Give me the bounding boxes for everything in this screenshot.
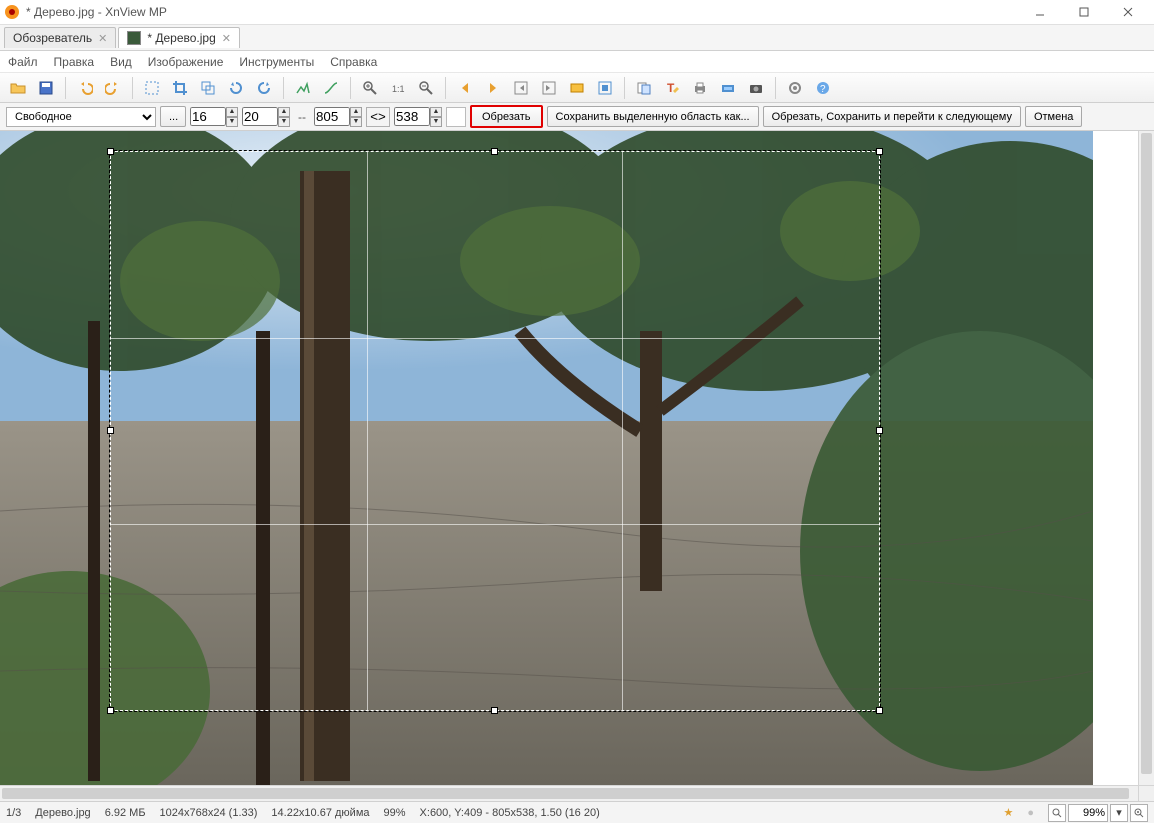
tab-thumbnail xyxy=(127,31,141,45)
svg-text:?: ? xyxy=(820,84,826,95)
tab-browser[interactable]: Обозреватель ✕ xyxy=(4,27,116,48)
first-button[interactable] xyxy=(509,76,533,100)
status-coords: X:600, Y:409 - 805x538, 1.50 (16 20) xyxy=(420,807,600,819)
tab-image[interactable]: * Дерево.jpg ✕ xyxy=(118,27,240,48)
fullscreen-button[interactable] xyxy=(593,76,617,100)
crop-mode-select[interactable]: Свободное xyxy=(6,107,156,127)
crop-y-input[interactable] xyxy=(242,107,278,126)
prev-button[interactable] xyxy=(453,76,477,100)
handle-e[interactable] xyxy=(876,427,883,434)
zoom-control: ▾ xyxy=(1048,804,1148,822)
close-icon[interactable]: ✕ xyxy=(222,32,231,45)
save-selection-button[interactable]: Сохранить выделенную область как... xyxy=(547,106,759,127)
zoom-out-small-button[interactable] xyxy=(1048,804,1066,822)
crop-button[interactable]: Обрезать xyxy=(470,105,543,128)
settings-button[interactable] xyxy=(783,76,807,100)
maximize-button[interactable] xyxy=(1062,0,1106,24)
window-title: * Дерево.jpg - XnView MP xyxy=(26,5,1018,19)
svg-text:T: T xyxy=(667,81,675,95)
crop-w-input[interactable] xyxy=(314,107,350,126)
rating-star-icon[interactable]: ★ xyxy=(1003,806,1013,819)
cancel-button[interactable]: Отмена xyxy=(1025,106,1082,127)
main-toolbar: 1:1 T ? xyxy=(0,73,1154,103)
camera-button[interactable] xyxy=(744,76,768,100)
handle-se[interactable] xyxy=(876,707,883,714)
status-physical: 14.22x10.67 дюйма xyxy=(271,807,369,819)
crop-toolbar: Свободное ... ▲▼ ▲▼ -- ▲▼ <> ▲▼ Обрезать… xyxy=(0,103,1154,131)
crop-button[interactable] xyxy=(168,76,192,100)
zoom-in-button[interactable] xyxy=(358,76,382,100)
text-tool-button[interactable]: T xyxy=(660,76,684,100)
zoom-fit-button[interactable]: 1:1 xyxy=(386,76,410,100)
resize-button[interactable] xyxy=(196,76,220,100)
menu-view[interactable]: Вид xyxy=(110,55,132,69)
slideshow-button[interactable] xyxy=(565,76,589,100)
horizontal-scrollbar[interactable] xyxy=(0,786,1138,801)
handle-s[interactable] xyxy=(491,707,498,714)
spinner-buttons[interactable]: ▲▼ xyxy=(430,107,442,127)
handle-nw[interactable] xyxy=(107,148,114,155)
next-button[interactable] xyxy=(481,76,505,100)
vertical-scrollbar[interactable] xyxy=(1138,131,1154,785)
menu-help[interactable]: Справка xyxy=(330,55,377,69)
handle-sw[interactable] xyxy=(107,707,114,714)
status-zoom-info: 99% xyxy=(384,807,406,819)
rotate-left-button[interactable] xyxy=(224,76,248,100)
menu-file[interactable]: Файл xyxy=(8,55,38,69)
grid-toggle-button[interactable] xyxy=(446,107,466,127)
crop-h-input[interactable] xyxy=(394,107,430,126)
crop-save-next-button[interactable]: Обрезать, Сохранить и перейти к следующе… xyxy=(763,106,1021,127)
rotate-right-button[interactable] xyxy=(252,76,276,100)
levels-button[interactable] xyxy=(291,76,315,100)
status-filesize: 6.92 МБ xyxy=(105,807,146,819)
help-button[interactable]: ? xyxy=(811,76,835,100)
handle-ne[interactable] xyxy=(876,148,883,155)
canvas-area xyxy=(0,131,1154,785)
scan-button[interactable] xyxy=(716,76,740,100)
tab-bar: Обозреватель ✕ * Дерево.jpg ✕ xyxy=(0,25,1154,51)
redo-button[interactable] xyxy=(101,76,125,100)
tab-label: Обозреватель xyxy=(13,31,92,45)
minimize-button[interactable] xyxy=(1018,0,1062,24)
title-bar: * Дерево.jpg - XnView MP xyxy=(0,0,1154,25)
print-button[interactable] xyxy=(688,76,712,100)
dash-label: -- xyxy=(294,110,310,124)
close-button[interactable] xyxy=(1106,0,1150,24)
status-index: 1/3 xyxy=(6,807,21,819)
open-button[interactable] xyxy=(6,76,30,100)
image-stage[interactable] xyxy=(0,131,1093,785)
tab-label: * Дерево.jpg xyxy=(147,31,215,45)
crop-preset-button[interactable]: ... xyxy=(160,106,186,127)
menu-bar: Файл Правка Вид Изображение Инструменты … xyxy=(0,51,1154,73)
zoom-input[interactable] xyxy=(1068,804,1108,822)
handle-w[interactable] xyxy=(107,427,114,434)
last-button[interactable] xyxy=(537,76,561,100)
selection-button[interactable] xyxy=(140,76,164,100)
status-bar: 1/3 Дерево.jpg 6.92 МБ 1024x768x24 (1.33… xyxy=(0,801,1154,823)
convert-button[interactable] xyxy=(632,76,656,100)
save-button[interactable] xyxy=(34,76,58,100)
undo-button[interactable] xyxy=(73,76,97,100)
close-icon[interactable]: ✕ xyxy=(98,32,107,45)
zoom-dropdown-button[interactable]: ▾ xyxy=(1110,804,1128,822)
zoom-out-button[interactable] xyxy=(414,76,438,100)
spinner-buttons[interactable]: ▲▼ xyxy=(350,107,362,127)
status-dimensions: 1024x768x24 (1.33) xyxy=(160,807,258,819)
color-label-icon[interactable]: ● xyxy=(1027,807,1034,819)
app-icon xyxy=(4,4,20,20)
spinner-buttons[interactable]: ▲▼ xyxy=(278,107,290,127)
handle-n[interactable] xyxy=(491,148,498,155)
spinner-buttons[interactable]: ▲▼ xyxy=(226,107,238,127)
curves-button[interactable] xyxy=(319,76,343,100)
svg-text:1:1: 1:1 xyxy=(392,84,405,94)
menu-image[interactable]: Изображение xyxy=(148,55,224,69)
menu-tools[interactable]: Инструменты xyxy=(239,55,314,69)
swap-wh-button[interactable]: <> xyxy=(366,107,390,127)
crop-selection[interactable] xyxy=(110,151,880,711)
zoom-in-small-button[interactable] xyxy=(1130,804,1148,822)
crop-x-input[interactable] xyxy=(190,107,226,126)
menu-edit[interactable]: Правка xyxy=(54,55,95,69)
status-filename: Дерево.jpg xyxy=(35,807,90,819)
